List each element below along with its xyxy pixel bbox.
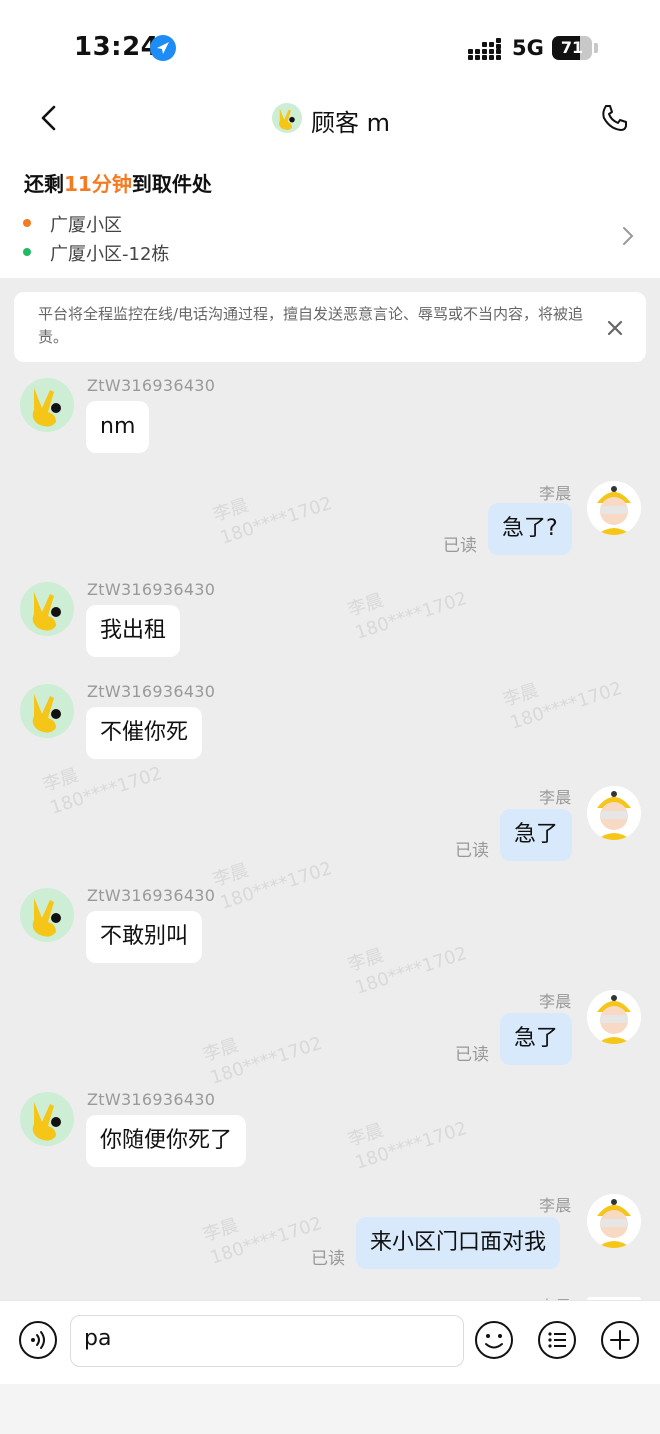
message-bubble[interactable]: 不催你死 [86, 707, 203, 759]
battery-icon: 71 [552, 36, 592, 60]
my-avatar[interactable] [587, 786, 641, 840]
eta-prefix: 还剩 [24, 172, 64, 196]
message-bubble[interactable]: nm [86, 401, 150, 453]
watermark: 李晨 180****1702 [500, 677, 625, 734]
network-type: 5G [512, 36, 544, 60]
sender-name: 李晨 [539, 484, 572, 503]
sender-name: ZtW316936430 [87, 376, 216, 395]
notice-text: 平台将全程监控在线/电话沟通过程，擅自发送恶意言论、辱骂或不当内容，将被追责。 [38, 305, 584, 346]
sender-name: 李晨 [539, 992, 572, 1011]
sender-avatar[interactable] [20, 582, 74, 636]
dropoff-dot [23, 248, 31, 256]
eta-minutes: 11分钟 [64, 172, 132, 196]
list-icon[interactable] [537, 1320, 577, 1360]
emoji-icon[interactable] [474, 1320, 514, 1360]
sender-name: ZtW316936430 [87, 886, 216, 905]
message-bubble[interactable]: 我出租 [86, 605, 181, 657]
close-icon[interactable] [605, 318, 625, 338]
watermark: 李晨 180****1702 [200, 1032, 325, 1089]
watermark: 李晨 180****1702 [200, 1212, 325, 1269]
sender-name: ZtW316936430 [87, 682, 216, 701]
sender-avatar[interactable] [20, 888, 74, 942]
message-bubble[interactable]: 不敢别叫 [86, 911, 203, 963]
message-bubble[interactable]: 你随便你死了 [86, 1115, 247, 1167]
chevron-left-icon[interactable] [36, 104, 64, 132]
voice-icon[interactable] [18, 1320, 58, 1360]
sender-avatar[interactable] [20, 684, 74, 738]
page-title: 顾客 m [311, 109, 391, 137]
sender-name: ZtW316936430 [87, 1090, 216, 1109]
message-input[interactable] [70, 1315, 464, 1367]
customer-avatar [272, 103, 302, 133]
watermark: 李晨 180****1702 [345, 942, 470, 999]
watermark: 李晨 180****1702 [210, 492, 335, 549]
my-avatar[interactable] [587, 1194, 641, 1248]
message-bubble[interactable]: 急了? [488, 503, 572, 555]
pickup-address: 广厦小区 [50, 215, 122, 236]
location-arrow-icon [150, 35, 176, 61]
read-status: 已读 [455, 1045, 489, 1065]
message-bubble[interactable]: 急了 [500, 809, 573, 861]
sender-avatar[interactable] [20, 378, 74, 432]
sender-name: ZtW316936430 [87, 580, 216, 599]
battery-level: 71 [560, 38, 584, 57]
sender-name: 李晨 [539, 1196, 572, 1215]
my-avatar[interactable] [587, 990, 641, 1044]
sender-name: 李晨 [539, 1293, 572, 1300]
phone-icon[interactable] [598, 102, 630, 134]
message-bubble[interactable]: 来小区门口面对我 [356, 1217, 561, 1269]
watermark: 李晨 180****1702 [345, 1117, 470, 1174]
pickup-dot [23, 219, 31, 227]
plus-icon[interactable] [600, 1320, 640, 1360]
chevron-right-icon[interactable] [620, 225, 636, 247]
home-indicator-area [0, 1384, 660, 1434]
battery-tip [594, 43, 598, 53]
sender-name: 李晨 [539, 788, 572, 807]
message-input-value[interactable]: pa [84, 1326, 111, 1351]
status-time: 13:24 [74, 32, 160, 62]
eta-text: 还剩11分钟到取件处 [24, 168, 212, 197]
eta-suffix: 到取件处 [131, 172, 212, 196]
my-avatar[interactable] [587, 481, 641, 535]
read-status: 已读 [455, 841, 489, 861]
dropoff-address: 广厦小区-12栋 [50, 244, 170, 265]
message-bubble[interactable]: 急了 [500, 1013, 573, 1065]
signal-icon [468, 38, 501, 60]
read-status: 已读 [311, 1249, 345, 1269]
sender-avatar[interactable] [20, 1092, 74, 1146]
watermark: 李晨 180****1702 [210, 857, 335, 914]
watermark: 李晨 180****1702 [345, 587, 470, 644]
read-status: 已读 [443, 536, 477, 556]
